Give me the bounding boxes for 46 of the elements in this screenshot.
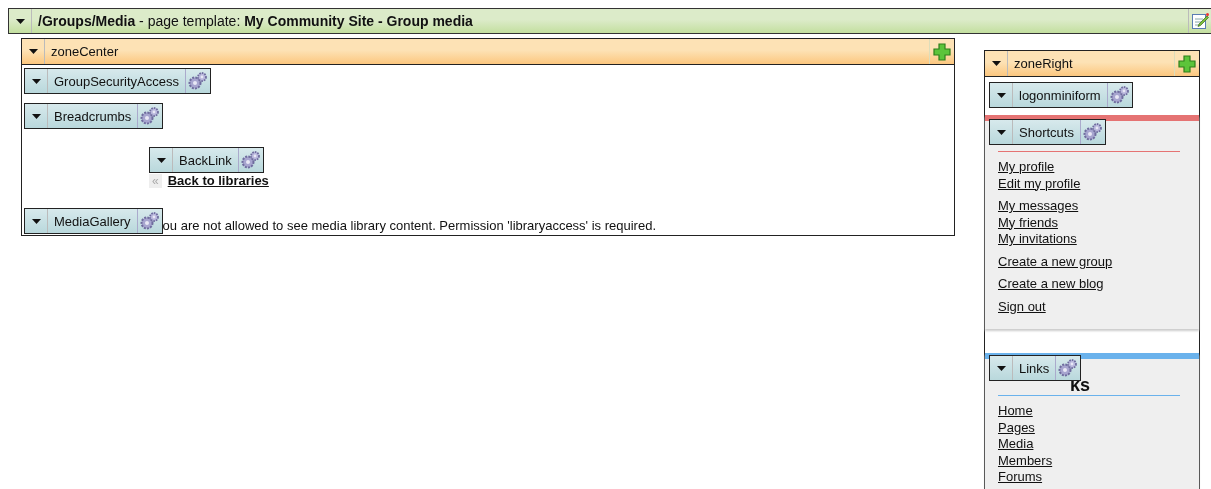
zone-title: zoneCenter	[50, 44, 120, 59]
shortcut-link[interactable]: My invitations	[998, 231, 1077, 248]
page-template-title: /Groups/Media - page template: My Community Site - Group media	[37, 13, 474, 29]
group-link[interactable]: Media	[998, 436, 1034, 453]
caret-icon[interactable]	[31, 78, 41, 84]
caret-icon[interactable]	[991, 61, 1001, 66]
caret-icon[interactable]	[31, 113, 41, 119]
group-link[interactable]: Home	[998, 403, 1033, 420]
add-icon[interactable]	[933, 42, 951, 61]
caret-icon[interactable]	[15, 18, 25, 24]
permission-message: ou are not allowed to see media library content. Permission 'libraryaccess' is required.	[162, 218, 656, 234]
shortcut-link[interactable]: Edit my profile	[998, 175, 1081, 192]
group-link[interactable]: Forums	[998, 469, 1043, 486]
gears-icon[interactable]	[1109, 86, 1130, 104]
shortcut-link[interactable]: Sign out	[998, 298, 1046, 315]
gears-icon[interactable]	[240, 151, 261, 169]
caret-icon[interactable]	[996, 129, 1006, 135]
webpart-name: logonminiform	[1018, 87, 1102, 103]
caret-icon[interactable]	[31, 218, 41, 224]
webpart-name: Breadcrumbs	[53, 108, 133, 124]
group-link[interactable]: Pages	[998, 419, 1035, 436]
caret-icon[interactable]	[996, 365, 1006, 371]
zone-title: zoneRight	[1013, 56, 1074, 71]
caret-icon[interactable]	[996, 92, 1006, 98]
group-link[interactable]: Members	[998, 452, 1053, 469]
shortcut-link[interactable]: My friends	[998, 214, 1058, 231]
gears-icon[interactable]	[1058, 359, 1079, 377]
shortcut-link[interactable]: Create a new blog	[998, 276, 1104, 293]
caret-icon[interactable]	[28, 49, 38, 54]
shortcut-link[interactable]: My messages	[998, 198, 1079, 215]
gears-icon[interactable]	[188, 72, 208, 90]
add-icon[interactable]	[1178, 54, 1196, 73]
webpart-name: BackLink	[178, 152, 233, 168]
webpart-name: MediaGallery	[53, 213, 132, 229]
webpart-name: GroupSecurityAccess	[53, 73, 180, 89]
edit-icon[interactable]	[1191, 12, 1209, 30]
shortcut-link[interactable]: My profile	[998, 159, 1055, 176]
shortcut-link[interactable]: Create a new group	[998, 253, 1113, 270]
caret-icon[interactable]	[156, 157, 166, 163]
gears-icon[interactable]	[139, 212, 160, 230]
back-arrows-icon: «	[149, 173, 162, 188]
gears-icon[interactable]	[1082, 123, 1103, 141]
webpart-name: Shortcuts	[1018, 124, 1075, 140]
gears-icon[interactable]	[140, 107, 161, 125]
webpart-name: Links	[1018, 360, 1051, 376]
back-link[interactable]: Back to libraries	[167, 173, 269, 188]
